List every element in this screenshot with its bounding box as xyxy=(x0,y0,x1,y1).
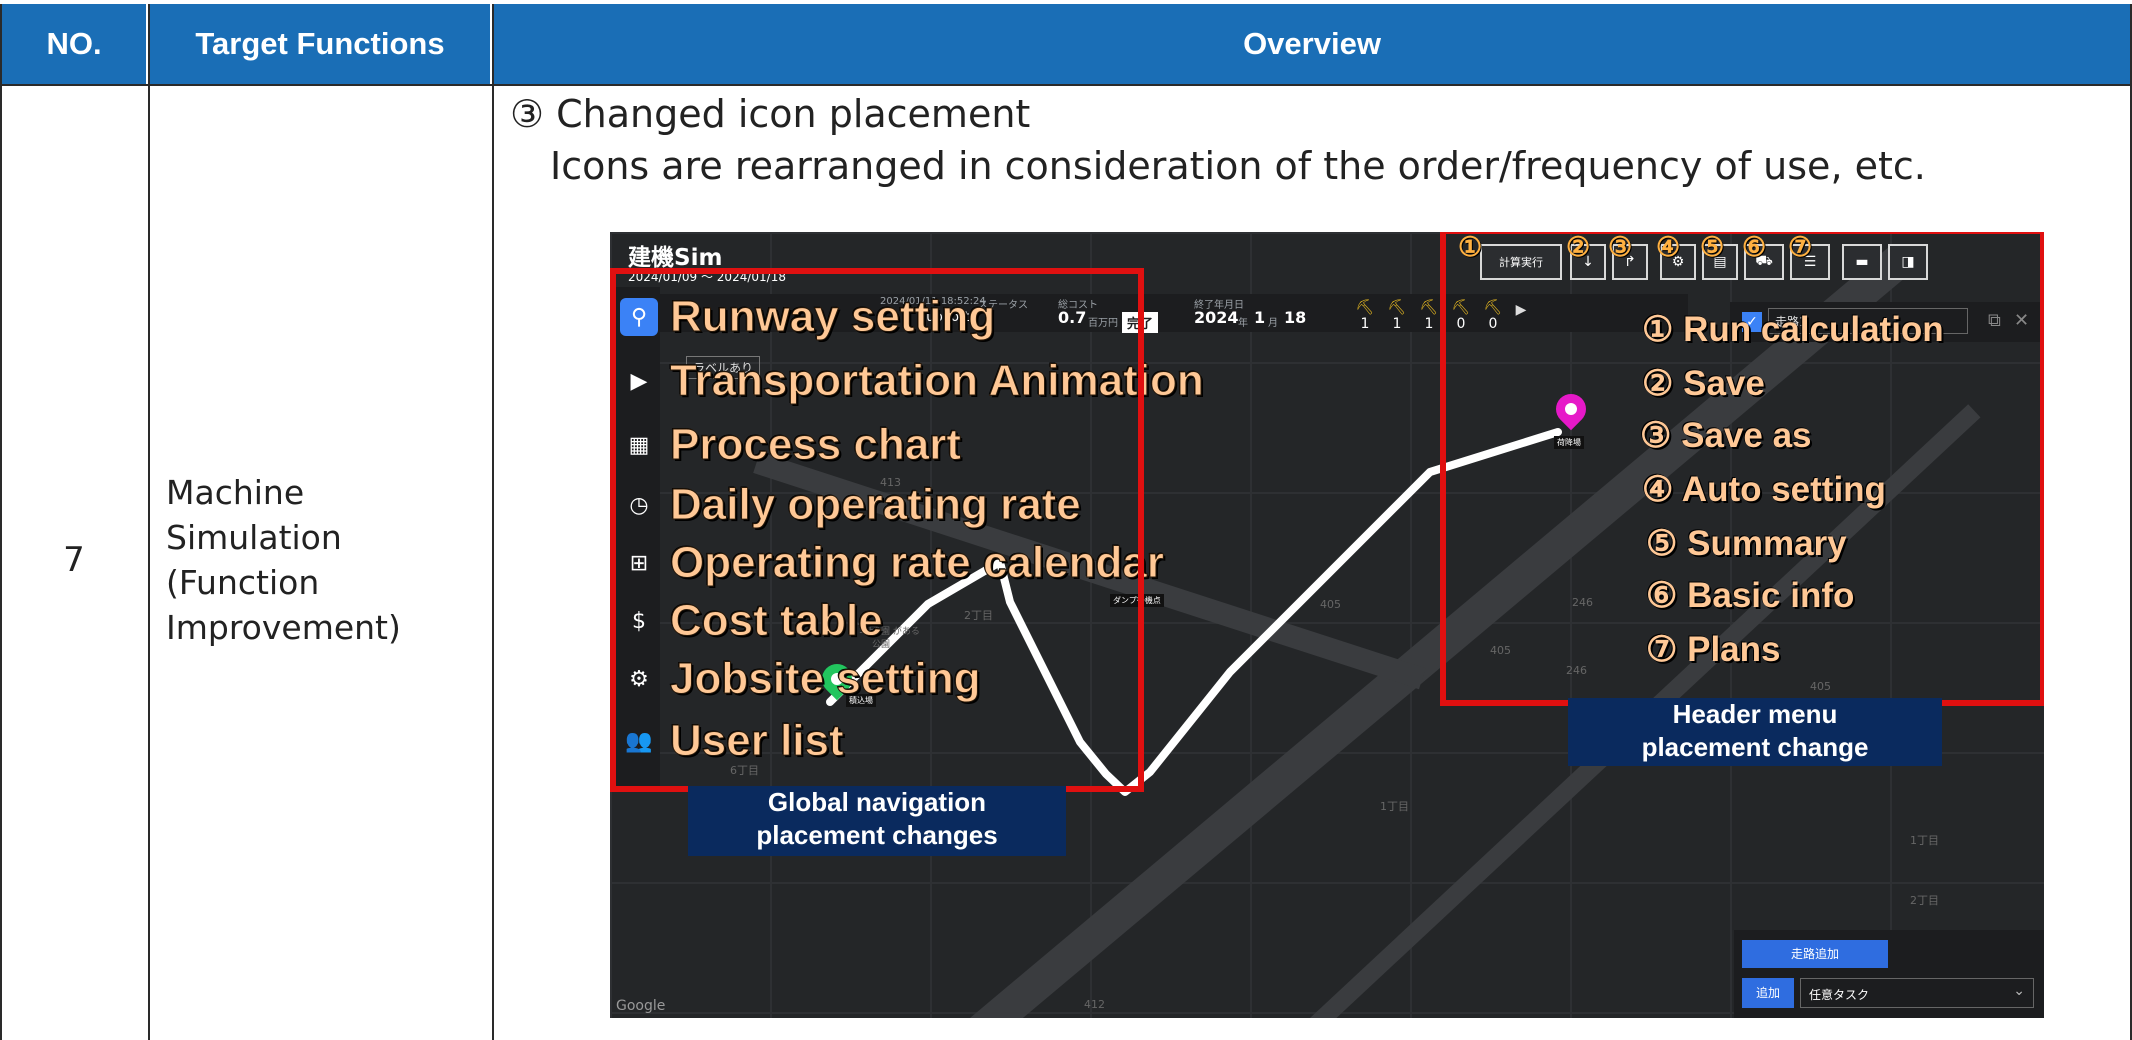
caption-line: placement changes xyxy=(756,820,998,850)
target-function-line: Machine xyxy=(166,473,305,512)
google-logo: Google xyxy=(616,998,666,1014)
column-divider-2 xyxy=(492,4,494,1040)
excavator-icon: ⛏ xyxy=(1355,298,1375,316)
overview-subtext: Icons are rearranged in consideration of… xyxy=(550,144,1926,188)
route-number: 405 xyxy=(1320,598,1341,611)
header-overview: Overview xyxy=(494,4,2130,84)
end-year: 2024 xyxy=(1194,308,1239,327)
header-divider xyxy=(0,84,2132,86)
machine-count: ⛏ 1 xyxy=(1416,298,1442,332)
machine-count-value: 1 xyxy=(1392,316,1402,332)
header-menu-caption: Header menu placement change xyxy=(1568,698,1942,766)
machine-count: ⛏ 1 xyxy=(1384,298,1410,332)
route-number: 412 xyxy=(1084,998,1105,1011)
header-target-functions: Target Functions xyxy=(150,4,490,84)
caption-line: placement change xyxy=(1641,732,1869,762)
add-route-button[interactable]: 走路追加 xyxy=(1742,940,1888,968)
machine-count-value: 1 xyxy=(1360,316,1370,332)
end-month-unit: 月 xyxy=(1268,318,1278,329)
target-function-line: Improvement) xyxy=(166,608,401,647)
task-select-value: 任意タスク xyxy=(1809,988,1870,1002)
machine-count: ⛏ 1 xyxy=(1352,298,1378,332)
app-title: 建機Sim xyxy=(628,245,723,271)
end-year-unit: 年 xyxy=(1238,318,1248,329)
header-menu-highlight xyxy=(1440,232,2044,706)
table-border-left xyxy=(0,4,2,1040)
end-day: 18 xyxy=(1284,308,1307,327)
town-label: 2丁目 xyxy=(1910,894,1939,907)
task-select[interactable]: 任意タスク ⌄ xyxy=(1800,978,2034,1008)
target-function-line: (Function xyxy=(166,563,320,602)
global-nav-highlight xyxy=(610,268,1144,792)
chevron-down-icon: ⌄ xyxy=(2013,983,2025,999)
caption-line: Global navigation xyxy=(767,787,987,817)
header-no: NO. xyxy=(2,4,146,84)
machine-count-value: 1 xyxy=(1424,316,1434,332)
crane-icon: ⛏ xyxy=(1387,298,1407,316)
end-month: 1 xyxy=(1254,308,1266,327)
town-label: 1丁目 xyxy=(1380,800,1409,813)
app-screenshot: 建機Sim 2024/01/09 〜 2024/01/18 2024/01/11… xyxy=(610,232,2044,1018)
town-label: 1丁目 xyxy=(1910,834,1939,847)
global-nav-caption: Global navigation placement changes xyxy=(688,786,1066,856)
overview-heading: ③ Changed icon placement xyxy=(510,92,1031,136)
caption-line: Header menu xyxy=(1672,699,1838,729)
column-divider-1 xyxy=(148,4,150,1040)
route-actions-panel: 走路追加 追加 任意タスク ⌄ xyxy=(1734,930,2044,1018)
target-function-line: Simulation xyxy=(166,518,342,557)
target-function-cell: Machine Simulation (Function Improvement… xyxy=(166,470,466,650)
loader-icon: ⛏ xyxy=(1419,298,1439,316)
add-task-button[interactable]: 追加 xyxy=(1742,978,1794,1008)
row-number: 7 xyxy=(63,540,85,580)
